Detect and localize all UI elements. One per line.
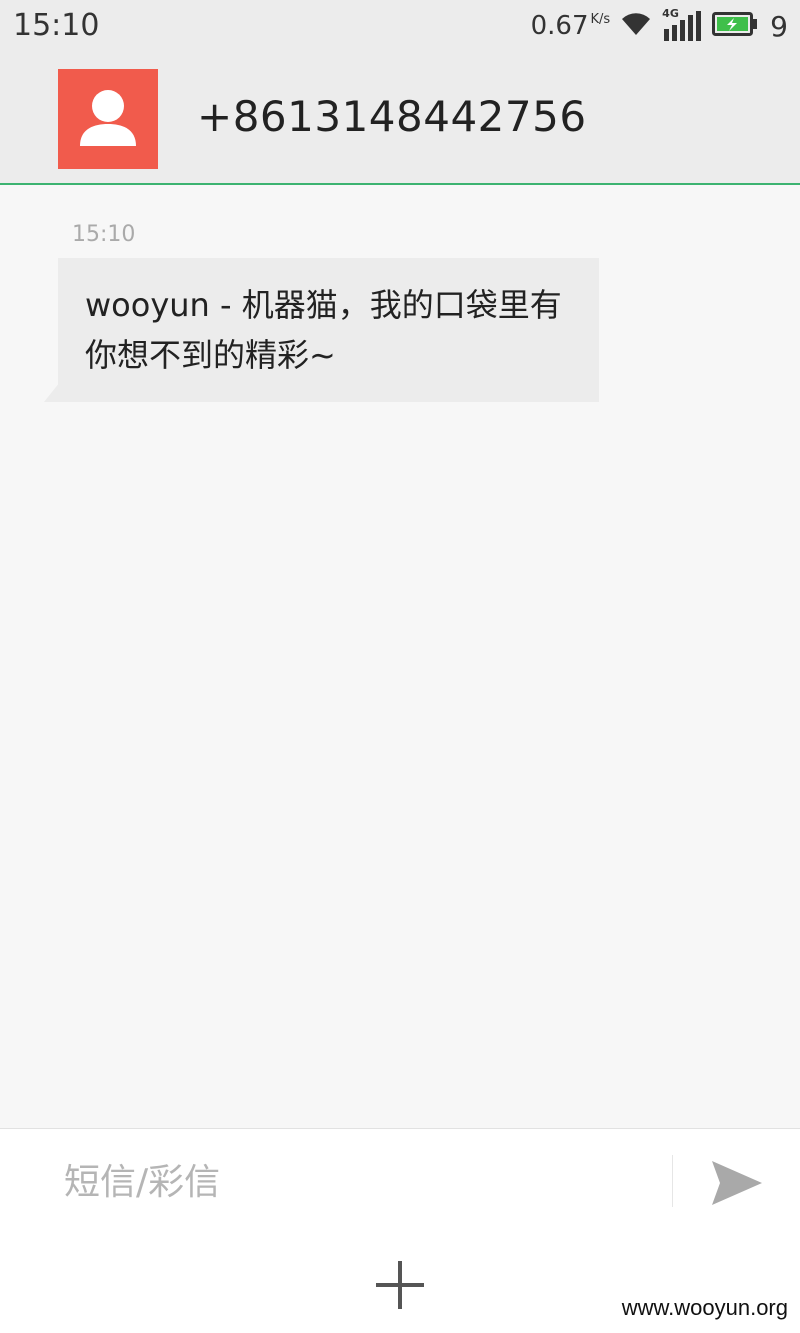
message-bubble[interactable]: wooyun - 机器猫，我的口袋里有你想不到的精彩~ [58,258,599,402]
message-timestamp: 15:10 [72,222,136,247]
status-bar: 15:10 0.67 K/s 4G 9 [0,0,800,52]
plus-icon [376,1261,424,1309]
conversation-header: +8613148442756 [0,52,800,185]
watermark: www.wooyun.org [619,1295,790,1321]
net-speed: 0.67 K/s [531,11,611,41]
wifi-icon [620,11,652,41]
person-icon [80,90,136,146]
send-button[interactable] [706,1155,766,1211]
status-time: 15:10 [13,8,100,43]
add-attachment-button[interactable] [372,1257,428,1313]
signal-icon: 4G [662,7,702,41]
net-speed-unit: K/s [590,12,611,27]
compose-bar [0,1128,800,1234]
battery-charging-icon [712,12,758,40]
net-speed-value: 0.67 [530,11,589,41]
contact-number[interactable]: +8613148442756 [197,92,587,141]
send-icon [712,1161,762,1205]
status-icons: 0.67 K/s 4G 9 [531,7,788,44]
message-text: wooyun - 机器猫，我的口袋里有你想不到的精彩~ [85,286,562,374]
battery-level: 9 [770,9,788,43]
message-input[interactable] [62,1157,656,1207]
contact-avatar[interactable] [58,69,158,169]
divider [672,1155,673,1207]
